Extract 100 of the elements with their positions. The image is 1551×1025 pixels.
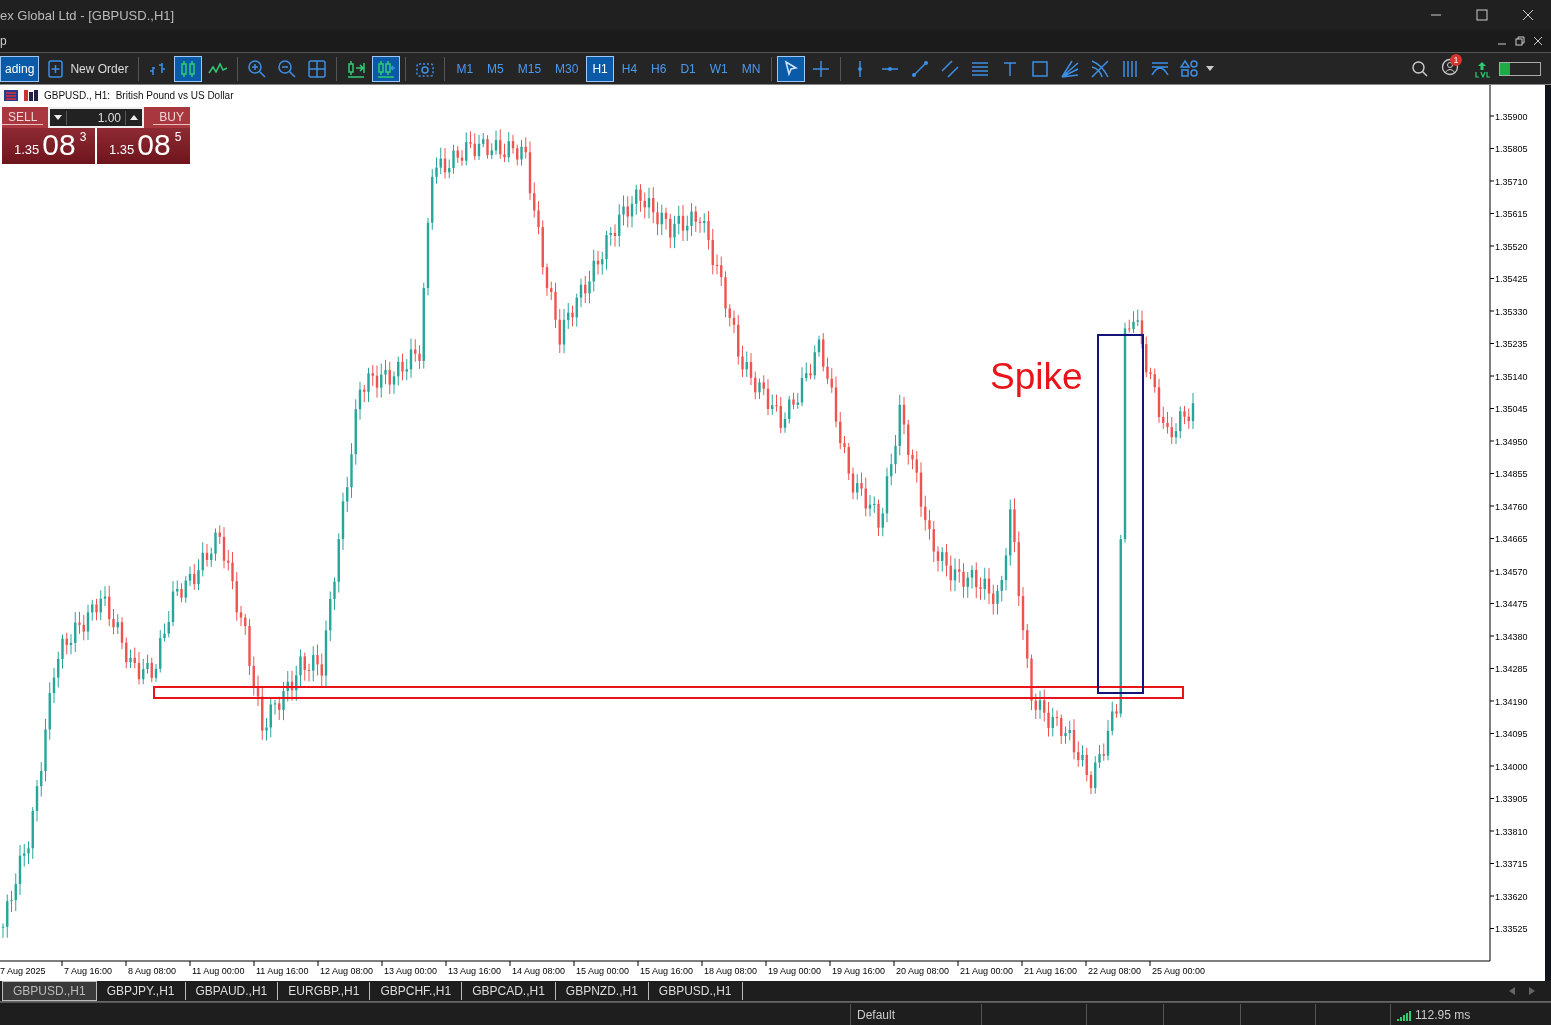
price-axis-label: 1.35900: [1489, 111, 1528, 122]
time-axis-label: 14 Aug 08:00: [509, 960, 566, 976]
price-axis-label: 1.33620: [1489, 891, 1528, 902]
price-axis-label: 1.34855: [1489, 469, 1528, 479]
profile-status: Default: [850, 1004, 981, 1025]
time-axis-label: 25 Aug 00:00: [1149, 960, 1206, 976]
price-axis-label: 1.33905: [1489, 794, 1528, 804]
price-axis-label: 1.35045: [1489, 404, 1528, 414]
fan-icon: [1060, 58, 1081, 79]
chart-header: GBPUSD., H1: British Pound vs US Dollar: [44, 90, 234, 101]
time-axis-label: 22 Aug 08:00: [1085, 960, 1142, 976]
price-axis-label: 1.34190: [1489, 696, 1528, 707]
close-icon[interactable]: [1522, 9, 1534, 21]
time-axis-label: 8 Aug 08:00: [125, 960, 177, 976]
timeframe-button[interactable]: H6: [645, 55, 673, 82]
restore-icon[interactable]: [1515, 36, 1525, 46]
channel-icon: [940, 58, 961, 79]
price-axis-label: 1.34285: [1489, 664, 1528, 674]
time-axis-label: 19 Aug 00:00: [765, 960, 822, 976]
price-axis-label: 1.35235: [1489, 339, 1528, 349]
new-order-button[interactable]: New Order: [41, 55, 134, 82]
shift-icon: [376, 58, 397, 79]
timeframe-button[interactable]: M1: [450, 55, 480, 82]
maximize-icon[interactable]: [1476, 9, 1488, 21]
timeframe-button[interactable]: MN: [735, 55, 767, 82]
arcs-icon: [1090, 58, 1111, 79]
symbol-tab[interactable]: GBPAUD.,H1: [185, 982, 279, 1000]
price-axis-label: 1.35425: [1489, 274, 1528, 284]
scroll-left-icon[interactable]: [1509, 987, 1515, 995]
symbol-tab[interactable]: EURGBP.,H1: [278, 982, 371, 1000]
time-axis-label: 13 Aug 00:00: [381, 960, 438, 976]
down-arrow-icon[interactable]: [54, 115, 62, 120]
candles-tool-button[interactable]: [174, 55, 203, 82]
price-axis-label: 1.35330: [1489, 306, 1528, 317]
search-icon[interactable]: [1411, 59, 1429, 78]
zoom-out-icon: [277, 58, 298, 79]
progress-indicator: [1499, 61, 1541, 76]
timeframe-button[interactable]: D1: [674, 55, 702, 82]
symbol-tab[interactable]: GBPCHF.,H1: [370, 982, 463, 1000]
signal-icon: [1397, 1009, 1411, 1021]
price-axis-label: 1.33810: [1489, 826, 1528, 837]
grid-icon: [307, 58, 328, 79]
spike-label: Spike: [990, 356, 1083, 397]
trendline-icon: [910, 58, 931, 79]
cursor-arrow-tool-button[interactable]: [777, 55, 806, 82]
level-up-icon[interactable]: [1473, 59, 1491, 78]
price-axis-label: 1.34665: [1489, 534, 1528, 544]
timeframe-button[interactable]: H1: [586, 55, 614, 82]
time-axis-label: 21 Aug 16:00: [1021, 960, 1078, 976]
time-axis-label: 12 Aug 08:00: [317, 960, 374, 976]
time-axis-label: 15 Aug 00:00: [573, 960, 630, 976]
price-axis-label: 1.35140: [1489, 371, 1528, 382]
time-axis-label: 7 Aug 2025: [0, 966, 46, 976]
scroll-right-icon[interactable]: [1529, 987, 1535, 995]
close-icon[interactable]: [1533, 36, 1543, 46]
price-axis-label: 1.34095: [1489, 729, 1528, 739]
price-axis-label: 1.34950: [1489, 436, 1528, 447]
price-axis-label: 1.33525: [1489, 924, 1528, 934]
autoscroll-icon: [346, 58, 367, 79]
user-icon[interactable]: [1441, 57, 1459, 76]
symbol-tab[interactable]: GBPJPY.,H1: [96, 982, 186, 1000]
symbol-tab[interactable]: GBPCAD.,H1: [462, 982, 556, 1000]
price-axis-label: 1.34000: [1489, 761, 1528, 772]
symbol-tab[interactable]: GBPNZD.,H1: [555, 982, 649, 1000]
timeframe-button[interactable]: H4: [615, 55, 644, 82]
window-title: ex Global Ltd - [GBPUSD.,H1]: [0, 7, 176, 23]
timeframe-button[interactable]: M30: [549, 55, 585, 82]
price-axis-label: 1.35520: [1489, 241, 1528, 252]
price-axis-label: 1.34760: [1489, 501, 1528, 512]
time-axis-label: 19 Aug 16:00: [829, 960, 886, 976]
price-axis-label: 1.34380: [1489, 631, 1528, 642]
buy-button[interactable]: BUY: [144, 107, 190, 128]
time-axis-label: 13 Aug 16:00: [445, 960, 502, 976]
up-arrow-icon[interactable]: [130, 115, 138, 120]
hline-icon: [882, 65, 899, 72]
timeframe-button[interactable]: M5: [481, 55, 510, 82]
crosshair-icon: [811, 58, 832, 79]
sell-button[interactable]: SELL: [2, 107, 48, 128]
time-axis-label: 11 Aug 00:00: [189, 960, 245, 976]
timeframe-button[interactable]: W1: [703, 55, 734, 82]
price-axis-label: 1.34475: [1489, 599, 1528, 609]
rect-icon: [1030, 58, 1051, 79]
price-axis-label: 1.35615: [1489, 209, 1528, 219]
ping-status: 112.95 ms: [1415, 1008, 1471, 1022]
timeframe-button[interactable]: M15: [511, 55, 548, 82]
shapes-icon: [1180, 58, 1201, 79]
time-axis-label: 11 Aug 16:00: [253, 960, 309, 976]
zoom-in-icon: [247, 58, 268, 79]
symbol-tab[interactable]: GBPUSD.,H1: [2, 981, 97, 1001]
time-axis-label: 18 Aug 08:00: [701, 960, 758, 976]
caret-icon[interactable]: [1206, 65, 1215, 72]
menu-item[interactable]: p: [0, 34, 13, 48]
trading-button[interactable]: ading: [0, 55, 40, 82]
time-axis-label: 20 Aug 08:00: [893, 960, 950, 976]
shift-tool-button[interactable]: [372, 55, 401, 82]
symbol-tab[interactable]: GBPUSD.,H1: [648, 982, 743, 1000]
volume-field[interactable]: 1.00: [48, 107, 144, 128]
time-axis-label: 21 Aug 00:00: [957, 960, 1014, 976]
price-axis-label: 1.35805: [1489, 144, 1528, 154]
vline-icon: [857, 60, 864, 77]
